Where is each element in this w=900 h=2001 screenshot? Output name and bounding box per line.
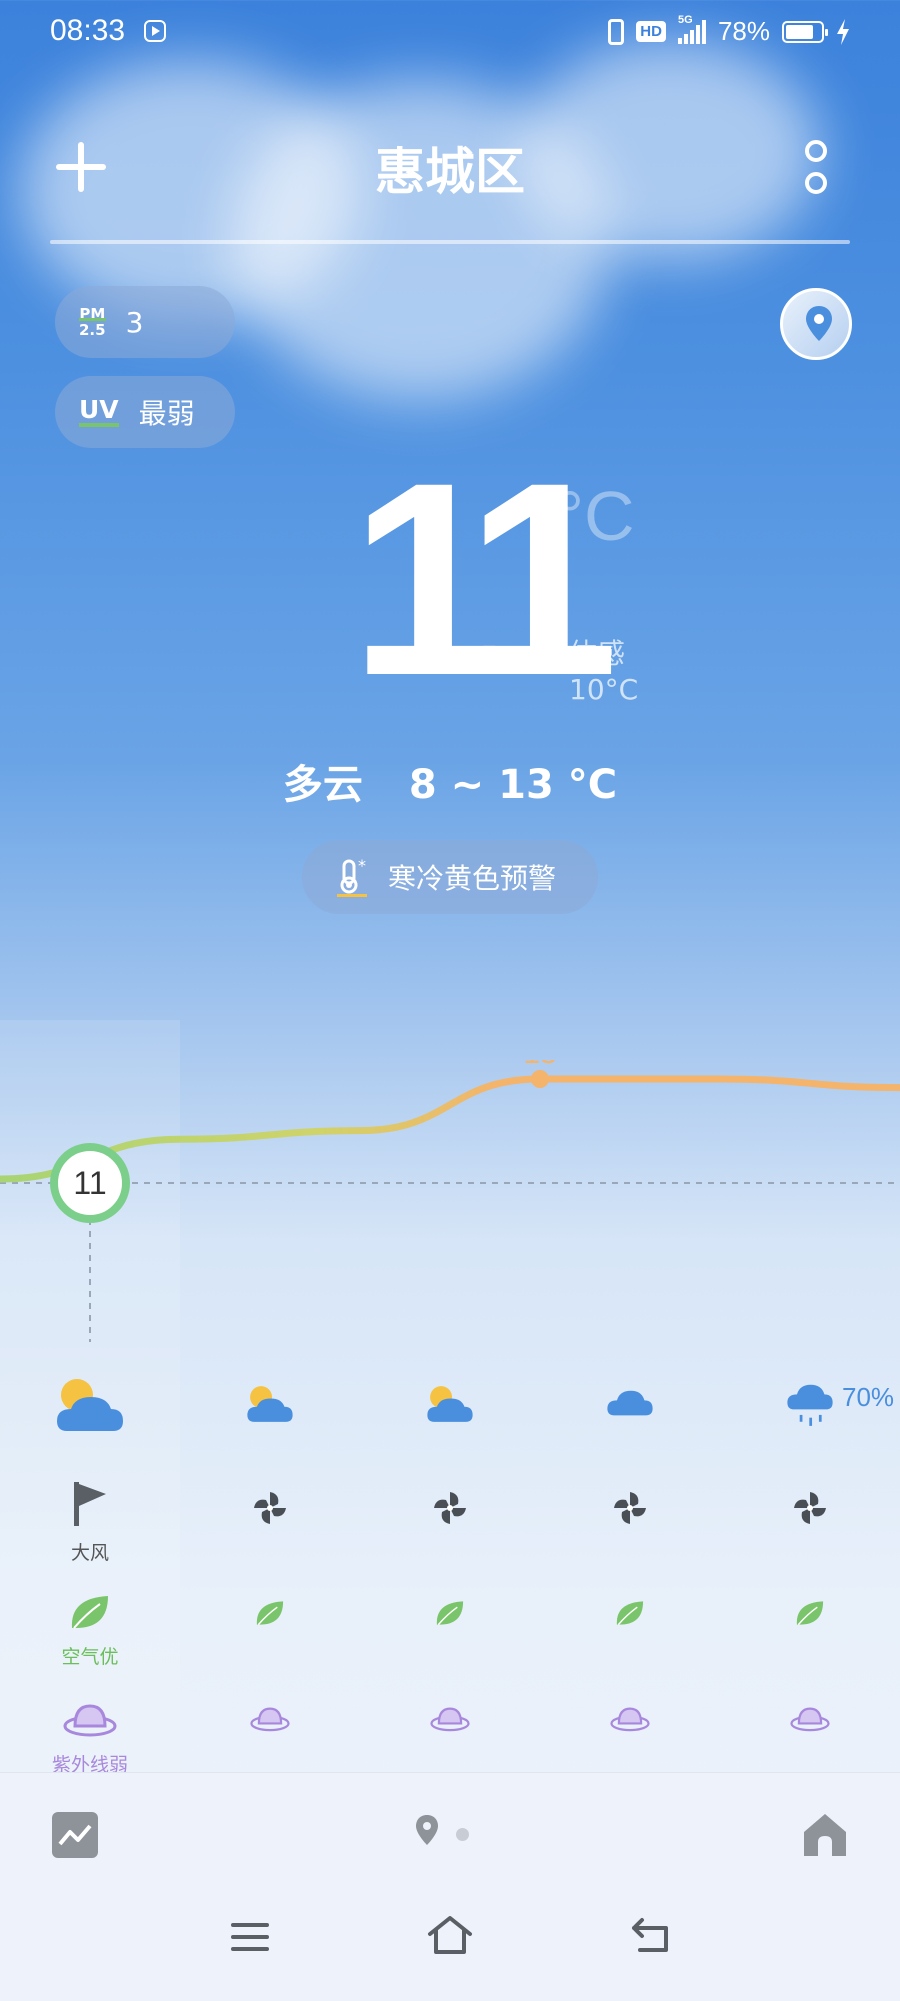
pm25-icon: PM 2.5 (79, 305, 106, 339)
battery-icon (782, 20, 828, 43)
uv-chip[interactable]: UV 最弱 (55, 376, 235, 448)
signal-icon: 5G (677, 14, 706, 44)
trend-chart-button[interactable] (52, 1812, 98, 1858)
sun-hat-icon (180, 1704, 360, 1738)
location-pin-icon (806, 306, 832, 341)
cold-alert-button[interactable]: * 寒冷黄色预警 (302, 840, 598, 914)
bottom-bar (0, 1772, 900, 2001)
fan-wind-icon (180, 1490, 360, 1530)
condition-text: 多云 (282, 762, 363, 808)
temperature-unit: °C (556, 477, 635, 555)
fan-wind-icon (360, 1490, 540, 1530)
pm25-value: 3 (125, 305, 144, 339)
precip-probability: 70% (842, 1382, 895, 1412)
max-temp-point (531, 1070, 549, 1088)
status-time: 08:33 (50, 14, 126, 47)
feels-like: 体感 10°C (569, 636, 638, 708)
page-indicator-dot (456, 1828, 469, 1841)
home-weather-button[interactable] (800, 1810, 850, 1860)
trend-icon (58, 1824, 92, 1846)
leaf-icon (720, 1598, 900, 1632)
leaf-icon (180, 1598, 360, 1632)
status-bar: 08:33 HD 5G 78% (0, 0, 900, 70)
partly-cloudy-icon (0, 1375, 180, 1439)
menu-nav-button[interactable] (230, 1920, 270, 1954)
city-title[interactable]: 惠城区 (0, 132, 900, 204)
partly-cloudy-icon (180, 1383, 360, 1429)
current-temperature: 11 (350, 426, 619, 733)
air-quality-cell: 空气优 (0, 1592, 180, 1669)
temperature-curve (0, 1075, 900, 1183)
current-temp-label: 11 (73, 1165, 106, 1201)
sun-hat-icon (63, 1704, 117, 1737)
flag-icon (74, 1482, 106, 1526)
leaf-icon (71, 1596, 108, 1629)
svg-text:*: * (358, 857, 366, 875)
header-divider (50, 240, 850, 244)
temperature-chart: 13 11 (0, 1060, 900, 1342)
back-nav-button[interactable] (630, 1916, 672, 1954)
fan-wind-icon (720, 1490, 900, 1530)
uv-cell: 紫外线弱 (0, 1700, 180, 1777)
wind-label: 大风 (70, 1542, 109, 1564)
leaf-icon (540, 1598, 720, 1632)
max-temp-label: 13 (523, 1060, 556, 1070)
more-options-button[interactable] (802, 140, 828, 196)
feels-like-value: 10°C (569, 673, 639, 706)
location-page-indicator-icon (416, 1815, 438, 1845)
leaf-icon (360, 1598, 540, 1632)
fan-wind-icon (540, 1490, 720, 1530)
sun-hat-icon (720, 1704, 900, 1738)
sun-hat-icon (540, 1704, 720, 1738)
air-label: 空气优 (61, 1646, 119, 1668)
cloud-icon (540, 1385, 720, 1421)
condition-line: 多云 8 ~ 13 °C (0, 752, 900, 810)
sun-hat-icon (360, 1704, 540, 1738)
vibrate-icon (608, 18, 625, 45)
pm25-chip[interactable]: PM 2.5 3 (55, 286, 235, 358)
uv-value: 最弱 (138, 397, 195, 430)
uv-icon: UV (79, 397, 119, 427)
network-type: 5G (677, 13, 693, 26)
thermometer-alert-icon: * (337, 857, 367, 897)
partly-cloudy-icon (360, 1383, 540, 1429)
screen-record-icon (144, 20, 166, 42)
alert-text: 寒冷黄色预警 (388, 862, 557, 895)
home-nav-button[interactable] (426, 1914, 474, 1956)
battery-percent: 78% (717, 16, 770, 46)
charging-icon (837, 18, 849, 45)
temperature-range: 8 ~ 13 °C (408, 762, 618, 808)
feels-like-label: 体感 (569, 637, 626, 670)
wind-warning-cell: 大风 (0, 1480, 180, 1565)
map-button[interactable] (780, 288, 852, 360)
hd-badge: HD (636, 21, 666, 42)
